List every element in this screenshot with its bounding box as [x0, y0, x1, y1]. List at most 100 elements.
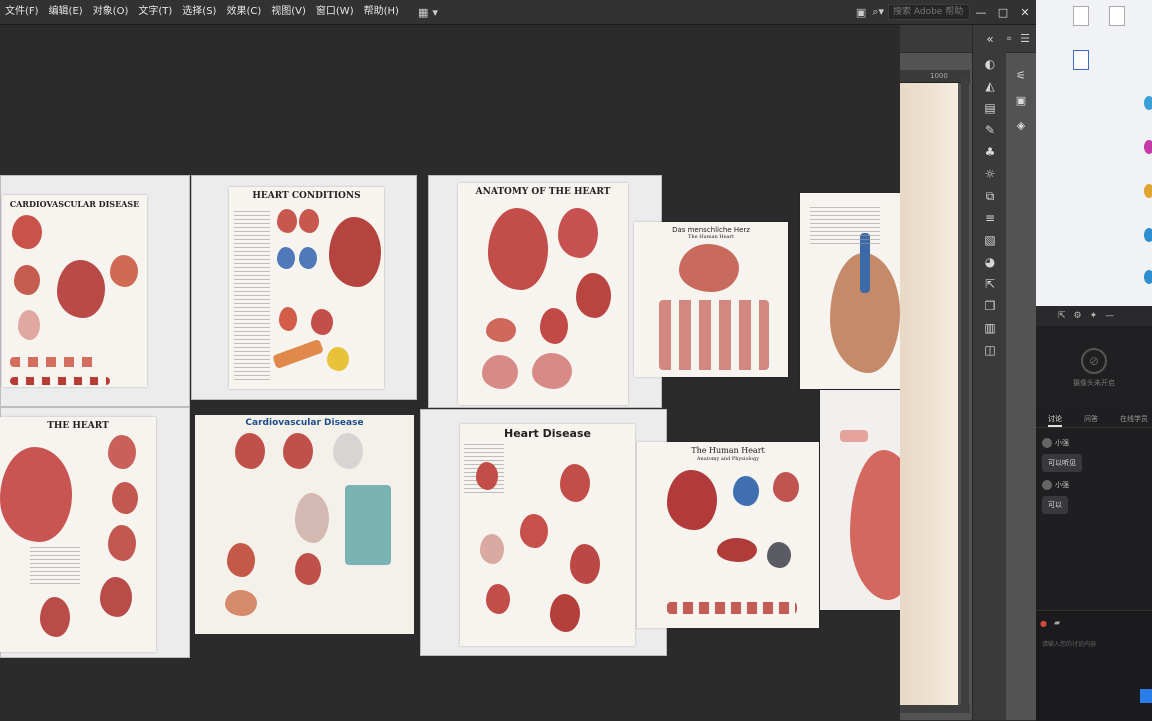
horizontal-scrollbar[interactable] [900, 705, 970, 713]
document-preview-strip[interactable] [900, 83, 958, 705]
tab-qa[interactable]: 问答 [1084, 410, 1098, 427]
panel-toolstrip: « ◐ ◭ ▤ ✎ ♣ ☼ ⧉ ≡ ▧ ◕ ⇱ ❐ ▥ ◫ [972, 25, 1007, 720]
app-shortcut-icon[interactable] [1144, 140, 1152, 154]
folder-icon[interactable]: ▰ [1054, 618, 1060, 627]
poster-the-heart[interactable]: THE HEART [0, 417, 156, 652]
panel-toggle-icon[interactable]: ▣ [856, 6, 866, 19]
heart-illustration [12, 215, 42, 249]
menu-object[interactable]: 对象(O) [88, 0, 134, 24]
poster-the-human-heart[interactable]: The Human Heart Anatomy and Physiology [637, 442, 819, 628]
menu-select[interactable]: 选择(S) [177, 0, 221, 24]
menu-bar: 文件(F) 编辑(E) 对象(O) 文字(T) 选择(S) 效果(C) 视图(V… [0, 0, 1036, 25]
heart-illustration [733, 476, 759, 506]
layers-icon[interactable]: ◈ [1006, 119, 1036, 132]
gradient-icon[interactable]: ◭ [973, 75, 1007, 97]
poster-das-menschliche-herz[interactable]: Das menschliche Herz The Human Heart [634, 222, 788, 377]
emoji-icon[interactable]: ● [1040, 619, 1047, 628]
export-icon[interactable]: ⇱ [973, 273, 1007, 295]
heart-illustration [550, 594, 580, 632]
app-shortcut-icon[interactable] [1144, 270, 1152, 284]
heart-illustration [540, 308, 568, 344]
camera-off-caption: 摄像头未开启 [1073, 379, 1115, 387]
menu-window[interactable]: 窗口(W) [311, 0, 359, 24]
minimize-button[interactable]: — [970, 6, 992, 19]
menu-file[interactable]: 文件(F) [0, 0, 44, 24]
heart-illustration [110, 255, 138, 287]
poster-subtitle: The Human Heart [688, 234, 734, 240]
poster-title: Cardiovascular Disease [245, 418, 364, 428]
heart-illustration [576, 273, 611, 318]
heart-illustration [558, 208, 598, 258]
app-shortcut-icon[interactable] [1144, 96, 1152, 110]
poster-anatomy-of-the-heart[interactable]: ANATOMY OF THE HEART [458, 183, 628, 405]
poster-heart-conditions[interactable]: HEART CONDITIONS [229, 187, 384, 389]
send-button[interactable] [1140, 689, 1152, 703]
minimize-icon[interactable]: — [1105, 311, 1114, 321]
align-panel-icon[interactable]: ▥ [973, 317, 1007, 339]
avatar [1042, 438, 1052, 448]
poster-cardiovascular-disease[interactable]: CARDIOVASCULAR DISEASE [2, 195, 147, 387]
heart-illustration [0, 447, 72, 542]
chat-input-area[interactable]: ● ▰ 请输入您的讨论内容 [1036, 610, 1152, 721]
artboard[interactable]: ANATOMY OF THE HEART [428, 175, 662, 408]
chevron-down-icon: ▾ [432, 5, 438, 19]
properties-icon[interactable]: ⚟ [1006, 69, 1036, 82]
heart-3d-render[interactable] [820, 390, 900, 610]
collapse-panel-icon[interactable]: « [973, 25, 1007, 53]
app-shortcut-icon[interactable] [1144, 228, 1152, 242]
tab-online-students[interactable]: 在线学员 [1120, 410, 1148, 427]
close-button[interactable]: ✕ [1014, 6, 1036, 19]
poster-cardiovascular-disease-2[interactable]: Cardiovascular Disease [195, 415, 414, 634]
symbol-icon[interactable]: ♣ [973, 141, 1007, 163]
appearance-icon[interactable]: ☼ [973, 163, 1007, 185]
artboards-icon[interactable]: ❐ [973, 295, 1007, 317]
desktop-file-icon[interactable] [1102, 6, 1132, 28]
help-search-input[interactable]: 搜索 Adobe 帮助 [888, 4, 970, 20]
lung-illustration [532, 353, 572, 389]
graphic-styles-icon[interactable]: ◕ [973, 251, 1007, 273]
list-icon[interactable]: ☰ [1020, 32, 1030, 45]
poster-title: The Human Heart [691, 446, 765, 455]
heart-illustration [227, 543, 255, 577]
document-canvas[interactable]: CARDIOVASCULAR DISEASE HEART CONDITIONS [0, 25, 900, 720]
artboard[interactable]: HEART CONDITIONS [191, 175, 417, 400]
menu-help[interactable]: 帮助(H) [359, 0, 404, 24]
desktop-file-icon[interactable] [1066, 6, 1096, 28]
transparency-icon[interactable]: ▧ [973, 229, 1007, 251]
stroke-icon[interactable]: ≡ [973, 207, 1007, 229]
workspace-switcher[interactable]: ▦ ▾ [418, 6, 438, 19]
settings-icon[interactable]: ⚙ [1074, 311, 1082, 321]
app-shortcut-icon[interactable] [1144, 184, 1152, 198]
artboard[interactable]: CARDIOVASCULAR DISEASE [0, 175, 190, 407]
heart-illustration [279, 307, 297, 331]
menu-edit[interactable]: 编辑(E) [44, 0, 88, 24]
poster-heart-disease[interactable]: Heart Disease [460, 424, 635, 646]
search-icon[interactable]: ⌕▾ [872, 5, 884, 19]
heart-illustration [488, 208, 548, 290]
poster-title: HEART CONDITIONS [252, 191, 361, 201]
swatches-icon[interactable]: ▤ [973, 97, 1007, 119]
libraries-icon[interactable]: ▣ [1006, 94, 1036, 107]
pin-icon[interactable]: ✦ [1090, 311, 1098, 321]
chat-message-header: 小强 [1042, 438, 1069, 448]
tab-discussion[interactable]: 讨论 [1048, 410, 1062, 427]
maximize-button[interactable]: □ [992, 6, 1014, 19]
heart-illustration [277, 247, 295, 269]
menu-type[interactable]: 文字(T) [133, 0, 177, 24]
poster-heart-anatomy-detail[interactable] [800, 193, 900, 389]
heart-illustration [108, 435, 136, 469]
artboard[interactable]: Heart Disease [420, 409, 667, 656]
vertical-scrollbar[interactable] [961, 77, 969, 707]
popout-icon[interactable]: ⇱ [1058, 311, 1066, 321]
transform-icon[interactable]: ⧉ [973, 185, 1007, 207]
pathfinder-icon[interactable]: ◫ [973, 339, 1007, 361]
camera-off-icon: ⊘ [1081, 348, 1107, 374]
color-guide-icon[interactable]: ◐ [973, 53, 1007, 75]
artboard[interactable]: THE HEART [0, 407, 190, 658]
desktop-word-file-icon[interactable] [1066, 50, 1096, 72]
brush-icon[interactable]: ✎ [973, 119, 1007, 141]
menu-view[interactable]: 视图(V) [266, 0, 311, 24]
artboard[interactable]: Cardiovascular Disease [195, 415, 414, 634]
menu-effect[interactable]: 效果(C) [221, 0, 266, 24]
chat-input[interactable]: 请输入您的讨论内容 [1042, 639, 1096, 648]
